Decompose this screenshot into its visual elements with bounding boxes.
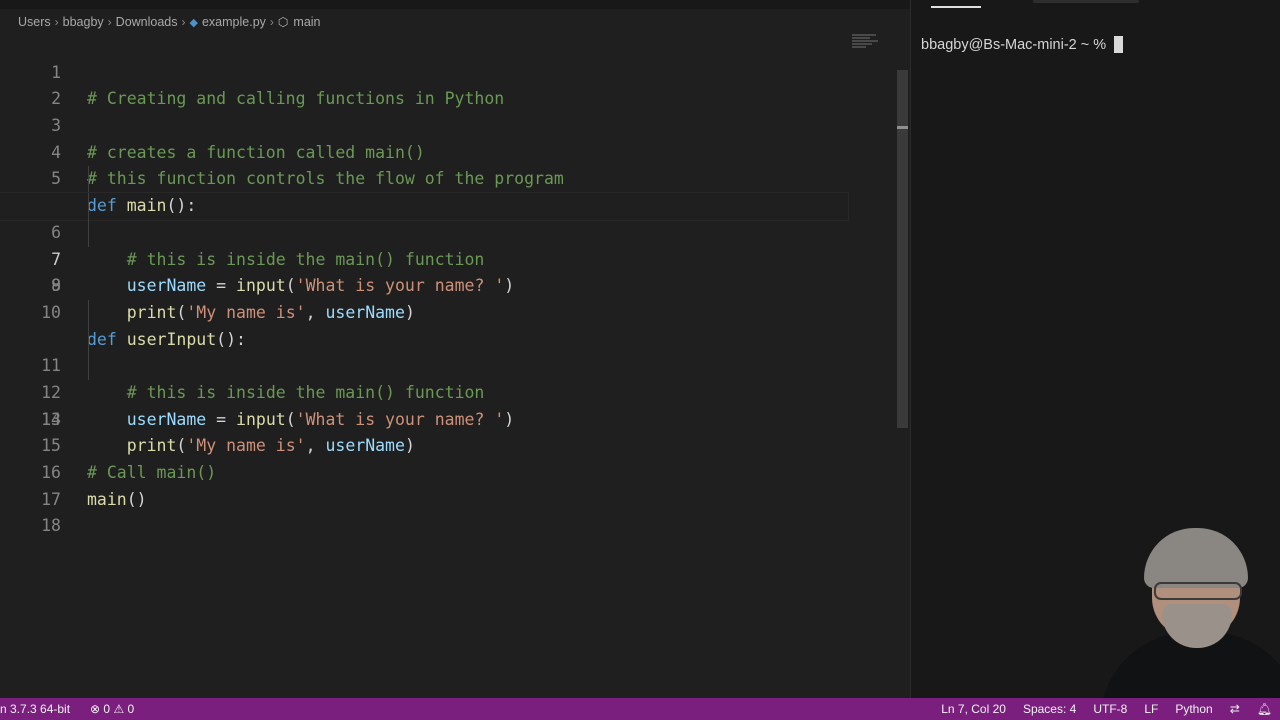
terminal-prompt-text: bbagby@Bs-Mac-mini-2 ~ % — [921, 36, 1107, 53]
code-line[interactable]: 6 # this is inside the main() function — [0, 166, 850, 269]
scrollbar-cursor-marker — [897, 126, 908, 129]
code-line[interactable]: 9 — [0, 247, 850, 295]
breadcrumb-symbol[interactable]: main — [293, 15, 320, 29]
webcam-person-glasses — [1154, 582, 1242, 600]
terminal-cursor — [1114, 36, 1124, 53]
webcam-person-hair — [1144, 528, 1248, 588]
warning-icon: ⚠ — [113, 702, 125, 716]
breadcrumb-users[interactable]: Users — [18, 15, 51, 29]
python-interpreter-status[interactable]: n 3.7.3 64-bit — [0, 698, 70, 720]
indent-guide — [88, 299, 89, 327]
editor-tab-strip — [0, 0, 910, 9]
chevron-right-icon: › — [269, 15, 274, 29]
code-line[interactable]: 1 # Creating and calling functions in Py… — [0, 33, 850, 109]
line-number: 18 — [41, 516, 61, 536]
code-line[interactable]: 16 main() — [0, 433, 850, 509]
status-bar: n 3.7.3 64-bit ⊗ 0 ⚠ 0 Ln 7, Col 20 Spac… — [0, 698, 1280, 720]
editor-scrollbar[interactable] — [897, 70, 908, 428]
minimap[interactable] — [852, 34, 880, 52]
code-line[interactable]: 5 def main(): — [0, 140, 850, 215]
breadcrumb-file[interactable]: example.py — [202, 15, 266, 29]
webcam-overlay — [1080, 520, 1280, 698]
breadcrumb-downloads[interactable]: Downloads — [116, 15, 178, 29]
code-line[interactable]: 15 # Call main() — [0, 407, 850, 482]
code-line[interactable]: 8 print('My name is', userName) — [0, 219, 850, 322]
code-line[interactable]: 3 # creates a function called main() — [0, 86, 850, 162]
terminal-tab-inactive[interactable] — [1033, 0, 1139, 3]
language-mode-status[interactable]: Python — [1175, 698, 1212, 720]
code-line[interactable]: 17 — [0, 460, 850, 509]
status-bar-right: Ln 7, Col 20 Spaces: 4 UTF-8 LF Python ⇄… — [941, 698, 1272, 720]
code-line[interactable]: 10 def userInput(): — [0, 273, 850, 349]
error-count: 0 — [103, 702, 111, 716]
warning-count: 0 — [127, 702, 135, 716]
breadcrumb: Users › bbagby › Downloads › ◆ example.p… — [18, 13, 321, 31]
indent-guide — [88, 193, 89, 220]
terminal-prompt[interactable]: bbagby@Bs-Mac-mini-2 ~ % — [921, 36, 1124, 53]
symbol-method-icon: ⬡ — [277, 15, 289, 29]
code-line[interactable]: 4 # this function controls the flow of t… — [0, 113, 850, 189]
code-line[interactable]: 2 — [0, 60, 850, 108]
breadcrumb-bbagby[interactable]: bbagby — [63, 15, 104, 29]
code-line[interactable]: 13 print('My name is', userName) — [0, 353, 850, 455]
indent-guide — [88, 326, 89, 354]
code-line[interactable]: 11 # this is inside the main() function — [0, 299, 850, 402]
error-icon: ⊗ — [90, 702, 101, 716]
code-line[interactable]: 12 userName = input('What is your name? … — [0, 326, 850, 429]
indent-guide — [88, 219, 89, 247]
indent-guide — [88, 353, 89, 380]
chevron-right-icon: › — [181, 15, 186, 29]
chevron-right-icon: › — [107, 15, 112, 29]
code-area[interactable]: 1 # Creating and calling functions in Py… — [0, 33, 850, 535]
chevron-right-icon: › — [54, 15, 59, 29]
encoding-status[interactable]: UTF-8 — [1093, 698, 1127, 720]
cursor-position-status[interactable]: Ln 7, Col 20 — [941, 698, 1006, 720]
notifications-bell-icon[interactable]: 🔔︎ — [1257, 698, 1272, 720]
problems-status[interactable]: ⊗ 0 ⚠ 0 — [90, 698, 134, 720]
code-line[interactable]: 18 — [0, 487, 850, 535]
code-line[interactable]: 14 — [0, 380, 850, 429]
indent-guide — [88, 166, 89, 194]
indentation-status[interactable]: Spaces: 4 — [1023, 698, 1076, 720]
code-line-current[interactable]: 7 userName = input('What is your name? '… — [0, 192, 849, 295]
terminal-tab-active-indicator[interactable] — [931, 6, 981, 8]
code-editor[interactable]: Users › bbagby › Downloads › ◆ example.p… — [0, 0, 910, 698]
feedback-icon[interactable]: ⇄ — [1230, 698, 1240, 720]
python-file-icon: ◆ — [189, 16, 198, 29]
eol-status[interactable]: LF — [1144, 698, 1158, 720]
